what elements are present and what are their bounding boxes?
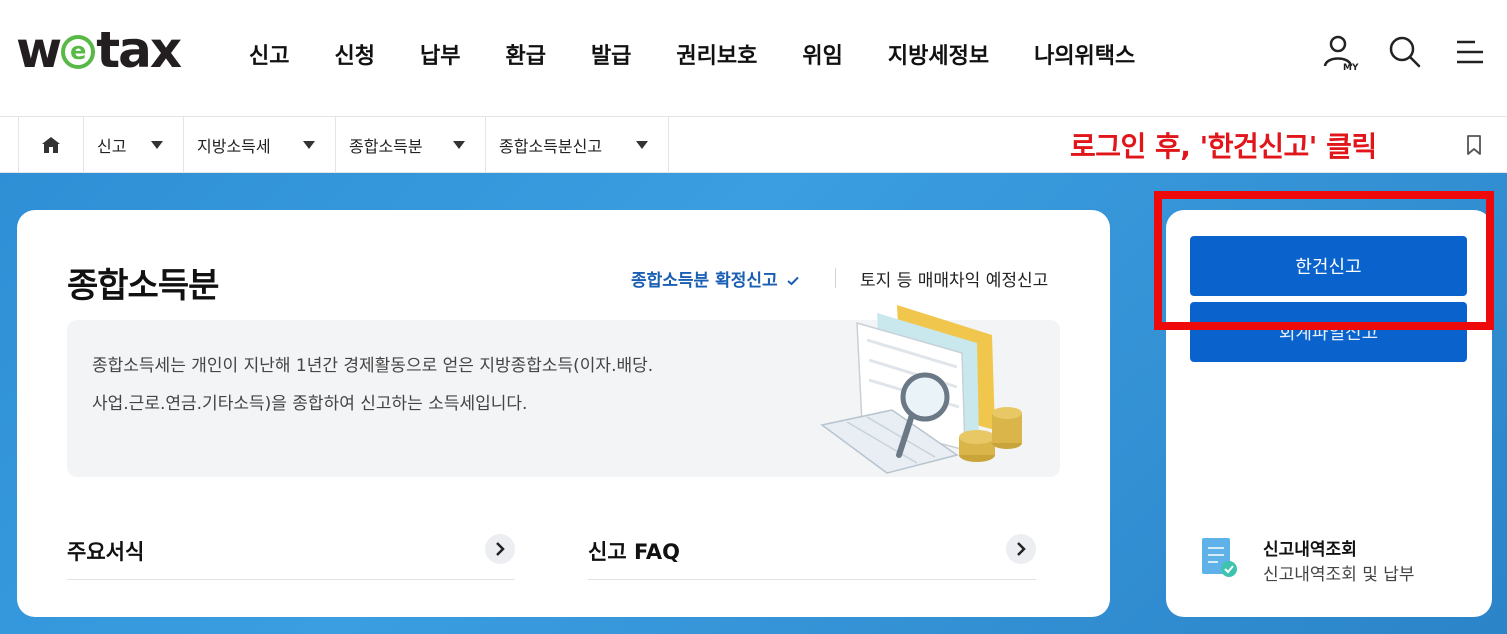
chevron-down-icon (151, 141, 163, 149)
report-history-icon (1202, 538, 1237, 577)
nav-item-apply[interactable]: 신청 (334, 38, 374, 70)
bookmark-icon[interactable] (1464, 133, 1484, 157)
breadcrumb-label: 종합소득분신고 (499, 136, 603, 156)
tab-preliminary-report[interactable]: 토지 등 매매차익 예정신고 (860, 266, 1048, 291)
top-header: w e tax 신고 신청 납부 환급 발급 권리보호 위임 지방세정보 나의위택스… (0, 0, 1507, 117)
chevron-down-icon (636, 141, 648, 149)
forms-link-label: 주요서식 (67, 540, 145, 564)
nav-item-pay[interactable]: 납부 (420, 38, 460, 70)
nav-item-my-wetax[interactable]: 나의위택스 (1034, 38, 1135, 70)
page-title: 종합소득분 (67, 266, 219, 306)
report-history-title[interactable]: 신고내역조회 (1263, 535, 1357, 560)
breadcrumb-label: 지방소득세 (197, 136, 271, 156)
logo-suffix: tax (96, 21, 182, 79)
report-history-subtitle[interactable]: 신고내역조회 및 납부 (1263, 560, 1415, 585)
page: w e tax 신고 신청 납부 환급 발급 권리보호 위임 지방세정보 나의위택스… (0, 0, 1507, 634)
breadcrumb-item-comprehensive[interactable]: 종합소득분 (336, 117, 486, 172)
nav-item-delegate[interactable]: 위임 (802, 38, 842, 70)
description-line: 종합소득세는 개인이 지난해 1년간 경제활동으로 얻은 지방종합소득(이자.배… (92, 356, 654, 376)
nav-item-refund[interactable]: 환급 (505, 38, 545, 70)
description-text: 종합소득세는 개인이 지난해 1년간 경제활동으로 얻은 지방종합소득(이자.배… (92, 347, 772, 423)
chevron-down-icon (303, 141, 315, 149)
chevron-down-icon (453, 141, 465, 149)
main-card: 종합소득분 종합소득분 확정신고 토지 등 매매차익 예정신고 종합소득세는 개… (17, 210, 1110, 617)
tab-final-report[interactable]: 종합소득분 확정신고 (631, 266, 799, 291)
wetax-logo[interactable]: w e tax (16, 21, 182, 79)
tab-label: 종합소득분 확정신고 (631, 271, 778, 291)
logo-e-mark: e (61, 35, 96, 69)
header-actions: MY (1321, 32, 1489, 73)
main-nav: 신고 신청 납부 환급 발급 권리보호 위임 지방세정보 나의위택스 (228, 34, 1159, 74)
home-button[interactable] (18, 117, 84, 172)
nav-item-issue[interactable]: 발급 (591, 38, 631, 70)
breadcrumb-item-comprehensive-report[interactable]: 종합소득분신고 (486, 117, 669, 172)
tab-divider (835, 268, 836, 288)
nav-item-tax-info[interactable]: 지방세정보 (888, 38, 989, 70)
faq-link[interactable]: 신고 FAQ (588, 530, 1036, 580)
highlight-box (1154, 191, 1494, 330)
breadcrumb-label: 신고 (97, 136, 127, 156)
breadcrumb-item-report[interactable]: 신고 (84, 117, 184, 172)
logo-prefix: w (16, 21, 62, 79)
breadcrumb-item-local-income-tax[interactable]: 지방소득세 (184, 117, 336, 172)
home-icon (42, 136, 60, 153)
my-badge: MY (1343, 63, 1359, 72)
nav-item-rights[interactable]: 권리보호 (676, 38, 757, 70)
nav-item-report[interactable]: 신고 (249, 38, 289, 70)
chevron-right-icon (485, 534, 515, 564)
my-page-icon[interactable]: MY (1321, 32, 1361, 73)
faq-link-label: 신고 FAQ (588, 540, 680, 564)
check-icon (786, 276, 799, 286)
description-line: 사업.근로.연금.기타소득)을 종합하여 신고하는 소득세입니다. (92, 394, 528, 414)
menu-icon[interactable] (1449, 32, 1489, 72)
search-icon[interactable] (1385, 32, 1425, 72)
instruction-annotation: 로그인 후, '한건신고' 클릭 (1070, 130, 1377, 163)
chevron-right-icon (1006, 534, 1036, 564)
tax-document-illustration (820, 305, 1022, 474)
breadcrumb-label: 종합소득분 (349, 136, 423, 156)
forms-link[interactable]: 주요서식 (67, 530, 515, 580)
